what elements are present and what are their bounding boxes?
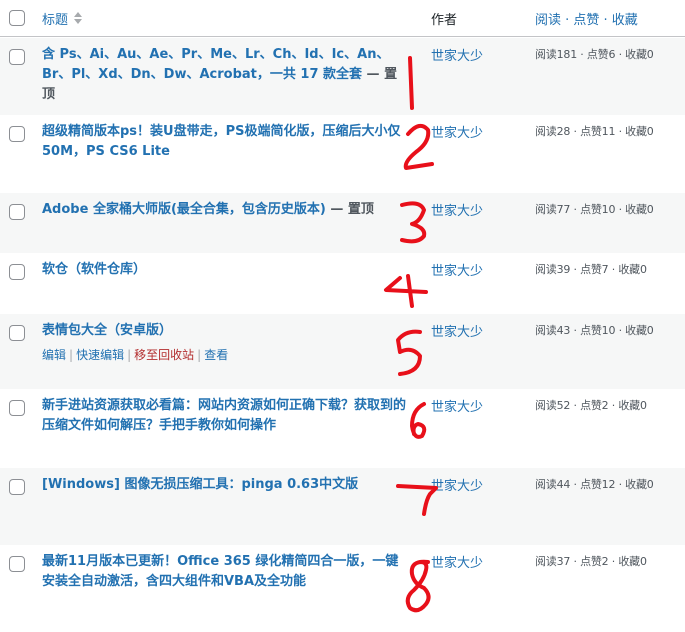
table-header: 标题 作者 阅读 · 点赞 · 收藏	[0, 0, 685, 37]
column-stats-sort-link[interactable]: 阅读 · 点赞 · 收藏	[535, 9, 638, 28]
post-stats: 阅读28 · 点赞11 · 收藏0	[535, 125, 654, 138]
edit-link[interactable]: 编辑	[42, 348, 66, 362]
column-author: 作者	[431, 13, 458, 28]
row-checkbox[interactable]	[9, 400, 25, 416]
row-checkbox[interactable]	[9, 556, 25, 572]
row-checkbox[interactable]	[9, 479, 25, 495]
quick-edit-link[interactable]: 快速编辑	[76, 348, 124, 362]
sort-arrows-icon[interactable]	[73, 10, 83, 26]
table-row: Adobe 全家桶大师版(最全合集，包含历史版本) — 置顶 世家大少 阅读77…	[0, 193, 685, 253]
post-stats: 阅读43 · 点赞10 · 收藏0	[535, 324, 654, 337]
row-checkbox[interactable]	[9, 126, 25, 142]
table-row: 超级精简版本ps！装U盘带走，PS极端简化版，压缩后大小仅50M，PS CS6 …	[0, 115, 685, 193]
author-link[interactable]: 世家大少	[431, 552, 483, 571]
row-actions: 编辑 | 快速编辑 | 移至回收站 | 查看	[42, 346, 228, 363]
divider: |	[197, 348, 202, 362]
post-title-link[interactable]: 表情包大全（安卓版）	[42, 321, 410, 341]
post-stats: 阅读37 · 点赞2 · 收藏0	[535, 555, 647, 568]
author-link[interactable]: 世家大少	[431, 122, 483, 141]
table-row: 含 Ps、Ai、Au、Ae、Pr、Me、Lr、Ch、Id、Ic、An、Br、Pl…	[0, 38, 685, 115]
column-title-sort-link[interactable]: 标题	[42, 9, 68, 28]
author-link[interactable]: 世家大少	[431, 475, 483, 494]
post-title-link[interactable]: [Windows] 图像无损压缩工具：pinga 0.63中文版	[42, 475, 410, 495]
author-link[interactable]: 世家大少	[431, 396, 483, 415]
row-checkbox[interactable]	[9, 204, 25, 220]
table-row: 表情包大全（安卓版） 编辑 | 快速编辑 | 移至回收站 | 查看 世家大少 阅读43 · …	[0, 314, 685, 389]
author-link[interactable]: 世家大少	[431, 45, 483, 64]
row-checkbox[interactable]	[9, 49, 25, 65]
post-title-link[interactable]: 超级精简版本ps！装U盘带走，PS极端简化版，压缩后大小仅50M，PS CS6 …	[42, 122, 410, 162]
post-stats: 阅读181 · 点赞6 · 收藏0	[535, 48, 654, 61]
post-title-link[interactable]: Adobe 全家桶大师版(最全合集，包含历史版本) — 置顶	[42, 200, 410, 220]
post-title-link[interactable]: 软仓（软件仓库）	[42, 260, 410, 280]
row-checkbox[interactable]	[9, 325, 25, 341]
post-title-link[interactable]: 最新11月版本已更新！Office 365 绿化精简四合一版，一键安装全自动激活…	[42, 552, 410, 592]
select-all-checkbox[interactable]	[9, 10, 25, 26]
table-row: 新手进站资源获取必看篇：网站内资源如何正确下载？获取到的压缩文件如何解压？手把手…	[0, 389, 685, 468]
author-link[interactable]: 世家大少	[431, 321, 483, 340]
post-state: — 置顶	[325, 202, 374, 217]
post-stats: 阅读44 · 点赞12 · 收藏0	[535, 478, 654, 491]
author-link[interactable]: 世家大少	[431, 200, 483, 219]
table-row: [Windows] 图像无损压缩工具：pinga 0.63中文版 世家大少 阅读…	[0, 468, 685, 545]
table-row: 最新11月版本已更新！Office 365 绿化精简四合一版，一键安装全自动激活…	[0, 545, 685, 632]
post-stats: 阅读39 · 点赞7 · 收藏0	[535, 263, 647, 276]
divider: |	[127, 348, 132, 362]
post-title-link[interactable]: 新手进站资源获取必看篇：网站内资源如何正确下载？获取到的压缩文件如何解压？手把手…	[42, 396, 410, 436]
divider: |	[69, 348, 74, 362]
author-link[interactable]: 世家大少	[431, 260, 483, 279]
post-title-link[interactable]: 含 Ps、Ai、Au、Ae、Pr、Me、Lr、Ch、Id、Ic、An、Br、Pl…	[42, 45, 410, 105]
post-stats: 阅读52 · 点赞2 · 收藏0	[535, 399, 647, 412]
row-checkbox[interactable]	[9, 264, 25, 280]
table-row: 软仓（软件仓库） 世家大少 阅读39 · 点赞7 · 收藏0	[0, 253, 685, 314]
view-link[interactable]: 查看	[204, 348, 228, 362]
post-stats: 阅读77 · 点赞10 · 收藏0	[535, 203, 654, 216]
trash-link[interactable]: 移至回收站	[134, 348, 194, 362]
